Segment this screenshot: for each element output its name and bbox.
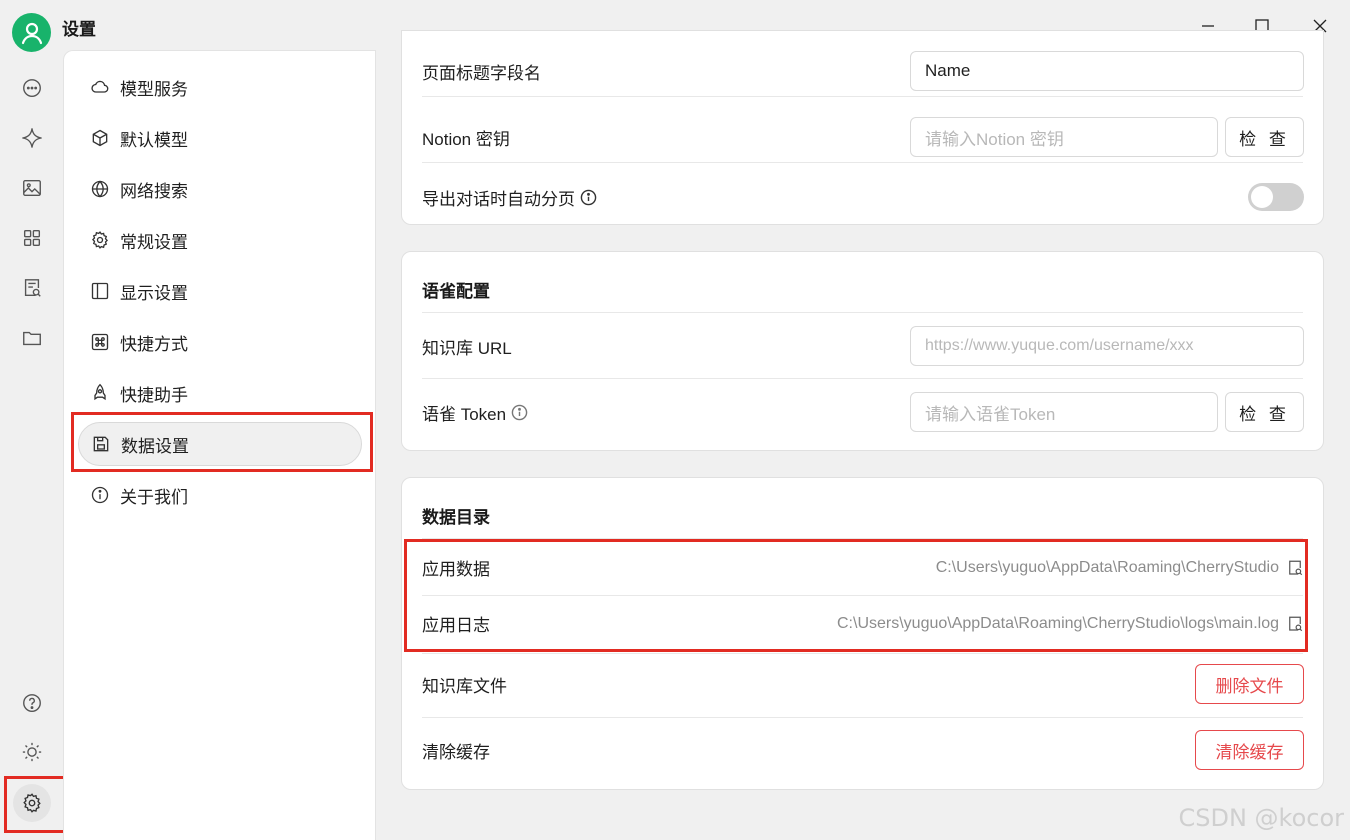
notion-card: 页面标题字段名 Name Notion 密钥 请输入Notion 密钥 检 查 … [401,30,1324,225]
app-data-path: C:\Users\yuguo\AppData\Roaming\CherryStu… [935,559,1279,576]
menu-item-model-service[interactable]: 模型服务 [78,65,362,109]
globe-icon [90,179,110,199]
layout-icon [90,281,110,301]
rail-assistant[interactable] [14,120,50,156]
cloud-icon [90,77,110,97]
yuque-token-label: 语雀 Token [422,404,507,424]
folder-icon [23,331,41,346]
command-icon [90,332,110,352]
apps-icon [23,229,41,247]
doc-search-icon [24,279,41,297]
divider [422,653,1303,654]
data-directory-title: 数据目录 [422,508,490,527]
cube-icon [90,128,110,148]
menu-item-web-search[interactable]: 网络搜索 [78,167,362,211]
menu-item-general[interactable]: 常规设置 [78,218,362,262]
menu-item-label: 常规设置 [120,232,188,252]
open-folder-icon[interactable] [1286,559,1304,582]
yuque-token-input[interactable]: 请输入语雀Token [910,392,1218,432]
help-icon [23,694,41,712]
rail-apps[interactable] [14,220,50,256]
sparkle-icon [22,128,42,148]
divider [422,717,1303,718]
yuque-check-button[interactable]: 检 查 [1225,392,1304,432]
page-title-field-label: 页面标题字段名 [422,63,541,83]
sun-icon [22,742,42,762]
divider [422,96,1303,97]
rail-theme[interactable] [14,734,50,770]
divider [422,312,1303,313]
rail-knowledge[interactable] [14,270,50,306]
image-icon [23,179,41,197]
menu-item-display[interactable]: 显示设置 [78,269,362,313]
menu-item-label: 模型服务 [120,79,188,99]
notion-check-button[interactable]: 检 查 [1225,117,1304,157]
auto-paging-label: 导出对话时自动分页 [422,189,575,209]
page-title-field-input[interactable]: Name [910,51,1304,91]
menu-item-label: 网络搜索 [120,181,188,201]
settings-menu: 模型服务 默认模型 网络搜索 常规设置 显示设置 快捷方式 快捷助手 数据设置 … [63,50,376,840]
yuque-url-input[interactable]: https://www.yuque.com/username/xxx [910,326,1304,366]
menu-item-default-model[interactable]: 默认模型 [78,116,362,160]
menu-item-quick-assistant[interactable]: 快捷助手 [78,371,362,415]
rail-help[interactable] [14,685,50,721]
info-icon [90,485,110,505]
watermark: CSDN @kocor [1178,804,1344,832]
menu-item-data-settings[interactable]: 数据设置 [78,422,362,466]
notion-key-label: Notion 密钥 [422,129,510,149]
rail-chat[interactable] [14,70,50,106]
rail-image[interactable] [14,170,50,206]
auto-paging-toggle[interactable] [1248,183,1304,211]
menu-item-about[interactable]: 关于我们 [78,473,362,517]
data-directory-card: 数据目录 应用数据 C:\Users\yuguo\AppData\Roaming… [401,477,1324,790]
toggle-knob [1251,186,1273,208]
kb-files-label: 知识库文件 [422,676,507,696]
avatar[interactable] [12,13,51,52]
menu-item-label: 数据设置 [121,436,189,456]
menu-item-label: 关于我们 [120,487,188,507]
app-log-label: 应用日志 [422,615,490,635]
gear-icon [23,793,41,813]
delete-files-button[interactable]: 删除文件 [1195,664,1304,704]
open-log-icon[interactable] [1286,615,1304,638]
divider [422,162,1303,163]
info-icon[interactable] [511,404,528,421]
rail-files[interactable] [14,320,50,356]
kb-files-row: 知识库文件 [422,664,1303,704]
chat-icon [23,79,41,97]
settings-content: 页面标题字段名 Name Notion 密钥 请输入Notion 密钥 检 查 … [377,30,1350,840]
app-log-path: C:\Users\yuguo\AppData\Roaming\CherryStu… [837,615,1279,632]
clear-cache-label: 清除缓存 [422,742,490,762]
divider [422,538,1303,539]
user-icon [21,22,42,44]
menu-item-label: 显示设置 [120,283,188,303]
gear-icon [90,230,110,250]
rail-settings[interactable] [13,784,51,822]
save-icon [91,434,111,454]
clear-cache-button[interactable]: 清除缓存 [1195,730,1304,770]
notion-key-input[interactable]: 请输入Notion 密钥 [910,117,1218,157]
menu-item-label: 快捷方式 [120,334,188,354]
divider [422,595,1303,596]
rocket-icon [90,383,110,403]
auto-paging-row: 导出对话时自动分页 [422,177,1303,217]
clear-cache-row: 清除缓存 [422,730,1303,770]
divider [422,378,1303,379]
window-title: 设置 [62,20,96,39]
menu-item-label: 快捷助手 [120,385,188,405]
app-data-label: 应用数据 [422,559,490,579]
menu-item-shortcuts[interactable]: 快捷方式 [78,320,362,364]
menu-item-label: 默认模型 [120,130,188,150]
info-icon[interactable] [580,189,597,206]
yuque-card: 语雀配置 知识库 URL https://www.yuque.com/usern… [401,251,1324,451]
yuque-card-title: 语雀配置 [422,282,490,301]
yuque-url-label: 知识库 URL [422,338,512,358]
